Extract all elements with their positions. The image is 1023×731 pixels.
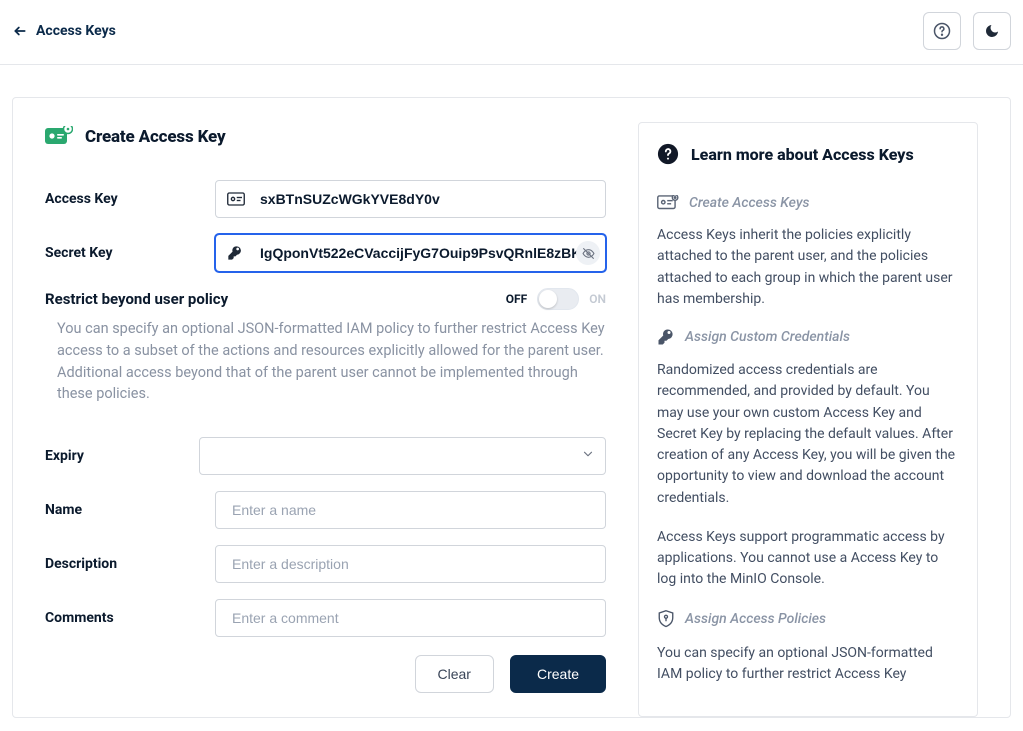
comments-label: Comments (45, 610, 215, 626)
form-title: Create Access Key (85, 127, 226, 147)
secret-key-input[interactable] (215, 234, 606, 272)
info-section-body-0: Access Keys inherit the policies explici… (657, 225, 959, 310)
access-key-header-icon (45, 126, 73, 148)
breadcrumb: Access Keys (8, 19, 116, 43)
secret-key-label: Secret Key (45, 245, 215, 261)
top-bar: Access Keys (0, 0, 1023, 65)
name-label: Name (45, 502, 215, 518)
id-card-icon (227, 192, 245, 206)
content-card: Create Access Key Access Key Secret Key (12, 97, 1011, 718)
toggle-visibility-button[interactable] (576, 241, 600, 265)
info-section-title-3: Assign Access Policies (685, 611, 826, 627)
shield-icon (657, 609, 675, 629)
toggle-on-label: ON (589, 292, 606, 306)
page-title[interactable]: Access Keys (36, 23, 116, 39)
info-section-body-2: Access Keys support programmatic access … (657, 527, 959, 591)
info-panel: Learn more about Access Keys Create Acce… (638, 122, 978, 717)
toggle-off-label: OFF (506, 292, 527, 306)
expiry-label: Expiry (45, 448, 199, 464)
description-label: Description (45, 556, 215, 572)
eye-off-icon (582, 247, 595, 260)
help-filled-icon (657, 143, 679, 165)
create-button[interactable]: Create (510, 655, 606, 693)
comments-input[interactable] (215, 599, 606, 637)
form-panel: Create Access Key Access Key Secret Key (45, 126, 614, 717)
back-arrow-icon[interactable] (8, 19, 32, 43)
key-outline-icon (657, 328, 675, 346)
help-button[interactable] (923, 12, 961, 50)
access-key-label: Access Key (45, 191, 215, 207)
name-input[interactable] (215, 491, 606, 529)
description-input[interactable] (215, 545, 606, 583)
info-title: Learn more about Access Keys (691, 145, 914, 164)
info-section-body-3: You can specify an optional JSON-formatt… (657, 643, 959, 686)
moon-icon (984, 23, 1000, 39)
restrict-section: Restrict beyond user policy OFF ON You c… (45, 288, 606, 405)
info-section-title-1: Assign Custom Credentials (685, 329, 850, 345)
info-section-title-0: Create Access Keys (689, 195, 810, 211)
help-icon (933, 22, 951, 40)
key-icon (227, 245, 243, 261)
expiry-select[interactable] (199, 437, 606, 475)
restrict-label: Restrict beyond user policy (45, 290, 228, 308)
chevron-down-icon (581, 447, 595, 465)
restrict-help-text: You can specify an optional JSON-formatt… (45, 318, 606, 405)
clear-button[interactable]: Clear (415, 655, 494, 693)
id-card-outline-icon (657, 195, 679, 211)
restrict-toggle[interactable] (537, 288, 579, 310)
access-key-input[interactable] (215, 180, 606, 218)
theme-toggle-button[interactable] (973, 12, 1011, 50)
info-section-body-1: Randomized access credentials are recomm… (657, 360, 959, 509)
